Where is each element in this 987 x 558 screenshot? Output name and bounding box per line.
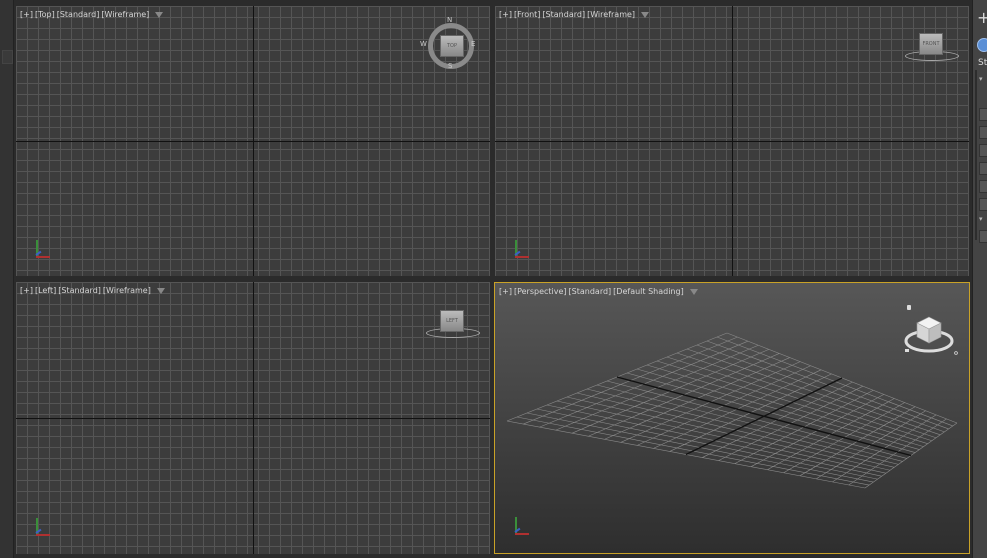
viewport-mode-menu[interactable]: [Standard]: [57, 10, 100, 19]
left-strip-handle[interactable]: [2, 50, 13, 64]
viewport-label-perspective[interactable]: [+] [Perspective] [Standard] [Default Shadi…: [499, 287, 698, 296]
object-type-button[interactable]: [979, 144, 987, 157]
viewport-view-menu[interactable]: [Left]: [35, 286, 56, 295]
object-type-button[interactable]: [979, 198, 987, 211]
filter-icon[interactable]: [155, 11, 164, 18]
create-tab-plus-icon[interactable]: +: [977, 10, 987, 26]
viewport-view-menu[interactable]: [Perspective]: [514, 287, 567, 296]
viewport-label-left[interactable]: [+] [Left] [Standard] [Wireframe]: [20, 286, 165, 295]
viewcube-3d-icon[interactable]: [903, 305, 959, 357]
filter-icon[interactable]: [156, 287, 165, 294]
panel-scrollbar[interactable]: [975, 70, 977, 240]
viewcube-left-face[interactable]: LEFT: [440, 310, 464, 332]
grid-axis-vertical: [732, 6, 733, 276]
axis-gizmo-icon: [511, 240, 533, 262]
viewport-shading-menu[interactable]: [Wireframe]: [101, 10, 149, 19]
object-type-button[interactable]: [979, 126, 987, 139]
viewport-mode-menu[interactable]: [Standard]: [542, 10, 585, 19]
compass-west: W: [420, 40, 427, 48]
name-field[interactable]: [979, 230, 987, 243]
viewcube-top-face[interactable]: TOP: [440, 35, 464, 57]
viewport-plus-menu[interactable]: [+]: [499, 287, 512, 296]
viewport-shading-menu[interactable]: [Wireframe]: [587, 10, 635, 19]
object-type-button[interactable]: [979, 180, 987, 193]
standard-primitives-label[interactable]: St: [978, 58, 987, 68]
viewport-top[interactable]: [+] [Top] [Standard] [Wireframe] N S E W TO…: [16, 6, 490, 276]
perspective-grid: [506, 332, 958, 489]
compass-north: N: [447, 16, 453, 24]
viewport-mode-menu[interactable]: [Standard]: [569, 287, 612, 296]
viewport-left[interactable]: [+] [Left] [Standard] [Wireframe] LEFT: [16, 282, 490, 554]
compass-south: S: [448, 62, 453, 70]
filter-icon[interactable]: [641, 11, 650, 18]
rollout-arrow-icon[interactable]: ▾: [979, 215, 983, 223]
left-edge-strip: [0, 0, 14, 558]
axis-gizmo-icon: [32, 518, 54, 540]
object-type-button[interactable]: [979, 108, 987, 121]
viewport-view-menu[interactable]: [Top]: [35, 10, 55, 19]
viewport-plus-menu[interactable]: [+]: [20, 10, 33, 19]
viewport-plus-menu[interactable]: [+]: [20, 286, 33, 295]
grid-axis-vertical: [253, 6, 254, 276]
viewport-view-menu[interactable]: [Front]: [514, 10, 540, 19]
viewport-label-top[interactable]: [+] [Top] [Standard] [Wireframe]: [20, 10, 164, 19]
viewcube-front-face[interactable]: FRONT: [919, 33, 943, 55]
viewport-front[interactable]: [+] [Front] [Standard] [Wireframe] FRONT: [495, 6, 969, 276]
viewport-mode-menu[interactable]: [Standard]: [58, 286, 101, 295]
geometry-sphere-icon[interactable]: [977, 38, 987, 52]
viewport-perspective[interactable]: [+] [Perspective] [Standard] [Default Shadi…: [494, 282, 970, 554]
grid-axis-vertical: [253, 282, 254, 554]
axis-gizmo-icon: [511, 517, 533, 539]
viewport-plus-menu[interactable]: [+]: [499, 10, 512, 19]
rollout-arrow-icon[interactable]: ▾: [979, 75, 983, 83]
command-panel-edge: + St ▾ ▾: [972, 0, 987, 558]
compass-east: E: [471, 40, 476, 48]
filter-icon[interactable]: [689, 288, 698, 295]
axis-gizmo-icon: [32, 240, 54, 262]
object-type-button[interactable]: [979, 162, 987, 175]
viewport-label-front[interactable]: [+] [Front] [Standard] [Wireframe]: [499, 10, 650, 19]
viewport-shading-menu[interactable]: [Default Shading]: [613, 287, 684, 296]
viewport-shading-menu[interactable]: [Wireframe]: [103, 286, 151, 295]
